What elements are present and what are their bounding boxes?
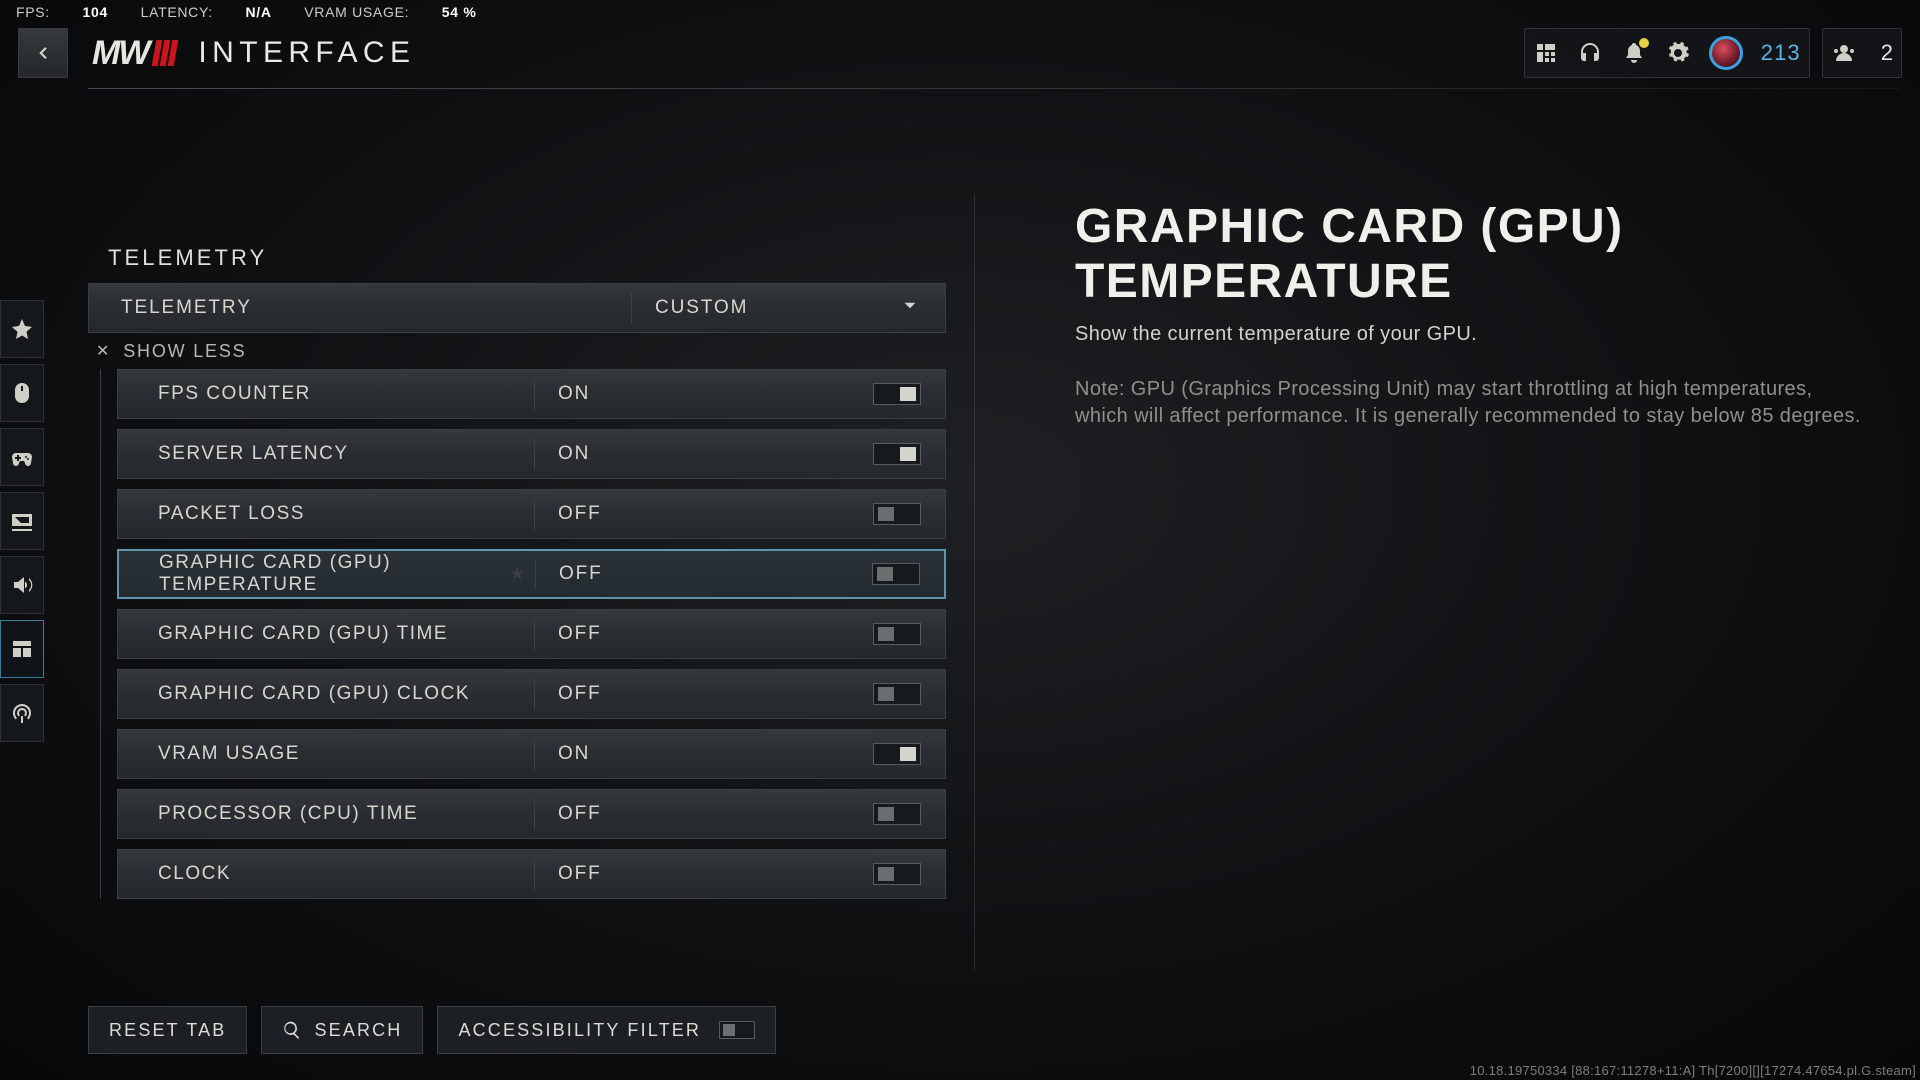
telemetry-dropdown[interactable]: TELEMETRY CUSTOM: [88, 283, 946, 333]
option-value: OFF: [534, 803, 602, 825]
search-icon: [282, 1020, 302, 1040]
antenna-icon: [10, 701, 34, 725]
chevron-down-icon: [899, 295, 921, 322]
option-row[interactable]: GRAPHIC CARD (GPU) TEMPERATURE★ OFF: [117, 549, 946, 599]
settings-list-column: TELEMETRY TELEMETRY CUSTOM ✕ SHOW LESS F…: [88, 195, 946, 970]
option-row[interactable]: VRAM USAGEON: [117, 729, 946, 779]
rail-interface[interactable]: [0, 620, 44, 678]
favorite-star-icon: ★: [509, 564, 525, 585]
controller-icon: [10, 445, 34, 469]
page-title: INTERFACE: [198, 36, 415, 70]
accessibility-toggle[interactable]: [719, 1021, 755, 1039]
rail-audio[interactable]: [0, 556, 44, 614]
notification-dot: [1639, 38, 1649, 48]
dropdown-label: TELEMETRY: [89, 297, 631, 319]
option-label: VRAM USAGE: [118, 743, 534, 765]
perf-overlay: FPS: 104 LATENCY: N/A VRAM USAGE: 54 %: [16, 4, 505, 20]
option-label: GRAPHIC CARD (GPU) TIME: [118, 623, 534, 645]
rail-network[interactable]: [0, 684, 44, 742]
option-value: ON: [534, 443, 590, 465]
party-count: 2: [1881, 40, 1893, 66]
option-toggle[interactable]: [873, 383, 921, 405]
option-toggle[interactable]: [873, 443, 921, 465]
option-row[interactable]: PROCESSOR (CPU) TIMEOFF: [117, 789, 946, 839]
detail-column: GRAPHIC CARD (GPU) TEMPERATURE Show the …: [974, 195, 1870, 970]
option-row[interactable]: GRAPHIC CARD (GPU) TIMEOFF: [117, 609, 946, 659]
rail-quick[interactable]: [0, 300, 44, 358]
detail-subtitle: Show the current temperature of your GPU…: [1075, 323, 1870, 346]
option-label: PACKET LOSS: [118, 503, 534, 525]
section-label: TELEMETRY: [108, 245, 946, 271]
detail-title: GRAPHIC CARD (GPU) TEMPERATURE: [1075, 199, 1870, 309]
option-label: PROCESSOR (CPU) TIME: [118, 803, 534, 825]
option-value: ON: [534, 743, 590, 765]
option-toggle[interactable]: [873, 623, 921, 645]
rail-graphics[interactable]: [0, 492, 44, 550]
detail-note: Note: GPU (Graphics Processing Unit) may…: [1075, 376, 1865, 430]
party-icon: [1831, 40, 1857, 66]
interface-icon: [10, 637, 34, 661]
gear-icon[interactable]: [1665, 40, 1691, 66]
option-row[interactable]: SERVER LATENCYON: [117, 429, 946, 479]
party-group[interactable]: 2: [1822, 28, 1902, 78]
dropdown-value: CUSTOM: [631, 297, 945, 319]
reset-tab-button[interactable]: RESET TAB: [88, 1006, 247, 1054]
footer-bar: RESET TAB SEARCH ACCESSIBILITY FILTER: [88, 1006, 776, 1054]
settings-tab-rail: [0, 300, 46, 742]
display-icon: [10, 509, 34, 533]
rail-controller[interactable]: [0, 428, 44, 486]
mouse-icon: [10, 381, 34, 405]
header-bar: MW INTERFACE 213 2: [18, 22, 1902, 84]
option-row[interactable]: FPS COUNTERON: [117, 369, 946, 419]
headset-icon[interactable]: [1577, 40, 1603, 66]
back-button[interactable]: [18, 28, 68, 78]
game-logo: MW: [92, 34, 176, 73]
option-value: OFF: [534, 863, 602, 885]
option-row[interactable]: CLOCKOFF: [117, 849, 946, 899]
option-label: SERVER LATENCY: [118, 443, 534, 465]
telemetry-options: FPS COUNTERONSERVER LATENCYONPACKET LOSS…: [100, 369, 946, 899]
close-icon: ✕: [96, 341, 111, 361]
option-toggle[interactable]: [873, 863, 921, 885]
header-utility-group: 213: [1524, 28, 1810, 78]
option-value: ON: [534, 383, 590, 405]
option-toggle[interactable]: [873, 683, 921, 705]
option-toggle[interactable]: [873, 743, 921, 765]
option-value: OFF: [535, 563, 603, 585]
show-less-label: SHOW LESS: [123, 341, 246, 362]
show-less-button[interactable]: ✕ SHOW LESS: [88, 333, 946, 369]
option-label: GRAPHIC CARD (GPU) CLOCK: [118, 683, 534, 705]
grid-icon[interactable]: [1533, 40, 1559, 66]
option-row[interactable]: GRAPHIC CARD (GPU) CLOCKOFF: [117, 669, 946, 719]
option-label: CLOCK: [118, 863, 534, 885]
option-label: FPS COUNTER: [118, 383, 534, 405]
option-value: OFF: [534, 503, 602, 525]
rail-mouse[interactable]: [0, 364, 44, 422]
build-string: 10.18.19750334 [88:167:11278+11:A] Th[72…: [1470, 1063, 1916, 1078]
speaker-icon: [10, 573, 34, 597]
bell-icon[interactable]: [1621, 40, 1647, 66]
option-toggle[interactable]: [872, 563, 920, 585]
avatar[interactable]: [1709, 36, 1743, 70]
option-toggle[interactable]: [873, 803, 921, 825]
chevron-left-icon: [34, 39, 52, 67]
option-row[interactable]: PACKET LOSSOFF: [117, 489, 946, 539]
search-button[interactable]: SEARCH: [261, 1006, 423, 1054]
header-divider: [88, 88, 1900, 89]
player-level: 213: [1761, 40, 1801, 66]
option-value: OFF: [534, 623, 602, 645]
accessibility-filter-button[interactable]: ACCESSIBILITY FILTER: [437, 1006, 776, 1054]
option-value: OFF: [534, 683, 602, 705]
star-icon: [10, 317, 34, 341]
option-toggle[interactable]: [873, 503, 921, 525]
option-label: GRAPHIC CARD (GPU) TEMPERATURE: [119, 552, 535, 596]
